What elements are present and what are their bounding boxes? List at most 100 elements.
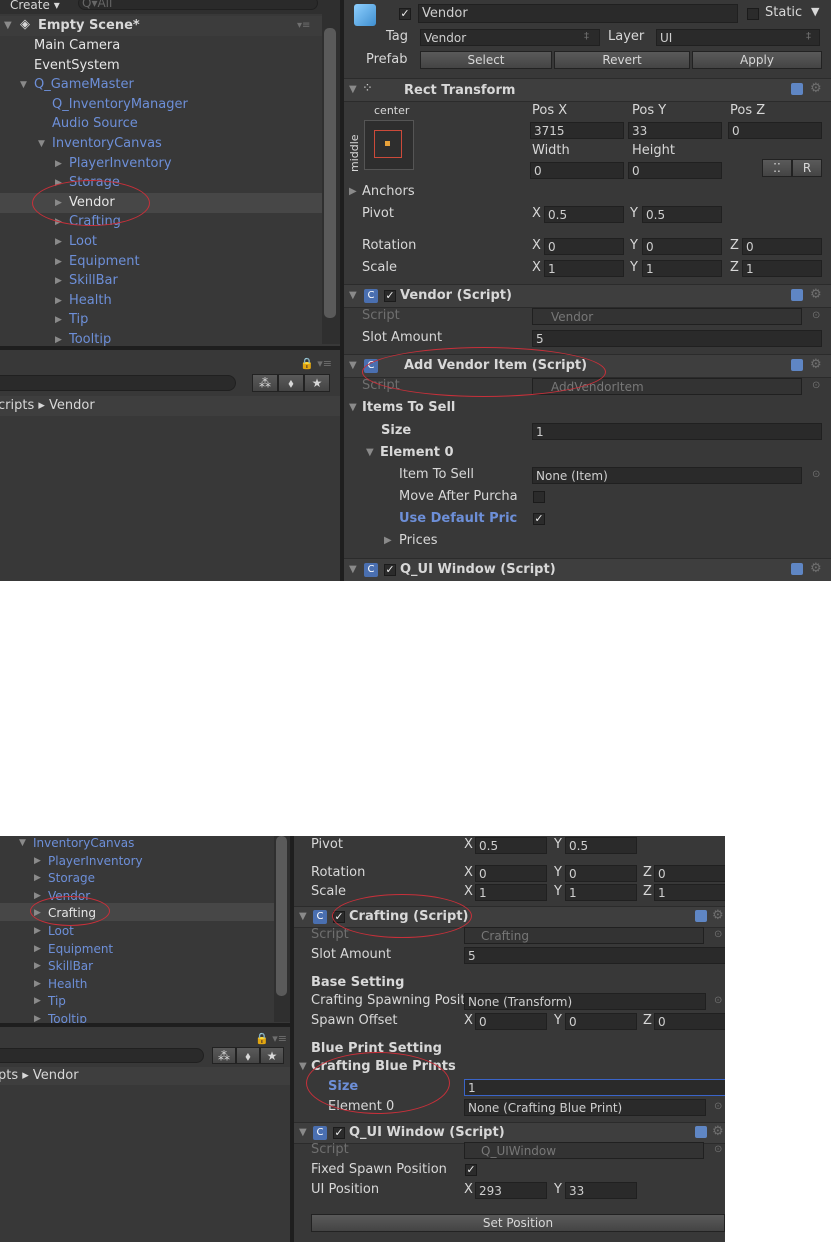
pivot-y-field[interactable]: 0.5 (642, 206, 722, 223)
favorite-star-button[interactable]: ★ (304, 374, 330, 392)
project-options-icon[interactable]: 🔒 ▾≡ (255, 1030, 287, 1048)
tree-expand-arrow[interactable]: ▶ (55, 155, 62, 173)
spawn-position-field[interactable]: None (Transform) (464, 993, 706, 1010)
ui-window-enabled-checkbox[interactable]: ✓ (333, 1127, 345, 1139)
object-picker-icon[interactable]: ⊙ (714, 926, 722, 944)
component-gear-icon[interactable]: ⚙ (712, 1123, 724, 1141)
prices-expand-arrow[interactable]: ▶ (384, 532, 392, 550)
project-search-input[interactable] (0, 375, 236, 391)
filter-type-button[interactable]: ⁂ (252, 374, 278, 392)
help-book-icon[interactable] (791, 289, 803, 301)
scale-y-field[interactable]: 1 (642, 260, 722, 277)
ui-window-collapse-arrow[interactable]: ▼ (349, 561, 357, 579)
vendor-script-collapse-arrow[interactable]: ▼ (349, 287, 357, 305)
rotation-x-field[interactable]: 0 (544, 238, 624, 255)
ui-window-collapse-arrow[interactable]: ▼ (299, 1124, 307, 1142)
component-gear-icon[interactable]: ⚙ (810, 80, 822, 98)
spawn-offset-y-field[interactable]: 0 (565, 1013, 637, 1030)
items-to-sell-arrow[interactable]: ▼ (349, 399, 357, 417)
use-default-price-checkbox[interactable]: ✓ (533, 513, 545, 525)
hierarchy-search-input[interactable]: Q▾All (78, 0, 318, 10)
hierarchy-scrollbar-thumb[interactable] (324, 28, 336, 318)
rotation-z-field[interactable]: 0 (654, 865, 725, 882)
filter-label-button[interactable]: ⬧ (278, 374, 304, 392)
object-picker-icon[interactable]: ⊙ (714, 1098, 722, 1116)
static-dropdown-icon[interactable]: ▼ (811, 3, 819, 21)
tag-dropdown[interactable]: Vendor (420, 29, 600, 46)
width-field[interactable]: 0 (530, 162, 624, 179)
tree-expand-arrow[interactable]: ▼ (38, 135, 45, 153)
items-to-sell-label[interactable]: Items To Sell (362, 399, 455, 417)
hierarchy-item[interactable]: EventSystem (34, 57, 120, 75)
height-field[interactable]: 0 (628, 162, 722, 179)
favorite-star-button[interactable]: ★ (260, 1047, 284, 1064)
hierarchy-item[interactable]: Equipment (48, 940, 113, 958)
help-book-icon[interactable] (791, 359, 803, 371)
prefab-apply-button[interactable]: Apply (692, 51, 822, 69)
rotation-y-field[interactable]: 0 (565, 865, 637, 882)
scale-x-field[interactable]: 1 (544, 260, 624, 277)
pos-y-field[interactable]: 33 (628, 122, 722, 139)
tree-expand-arrow[interactable]: ▶ (34, 922, 41, 940)
add-vendor-item-collapse-arrow[interactable]: ▼ (349, 357, 357, 375)
pos-x-field[interactable]: 3715 (530, 122, 624, 139)
scale-z-field[interactable]: 1 (742, 260, 822, 277)
component-gear-icon[interactable]: ⚙ (810, 286, 822, 304)
object-picker-icon[interactable]: ⊙ (812, 466, 820, 484)
rotation-x-field[interactable]: 0 (475, 865, 547, 882)
create-dropdown[interactable]: Create ▾ (10, 0, 60, 14)
scale-z-field[interactable]: 1 (654, 884, 725, 901)
prefab-select-button[interactable]: Select (420, 51, 552, 69)
scene-collapse-arrow[interactable]: ▼ (4, 17, 12, 35)
tree-expand-arrow[interactable]: ▶ (55, 272, 62, 290)
crafting-slot-amount-field[interactable]: 5 (464, 947, 725, 964)
help-book-icon[interactable] (791, 563, 803, 575)
rotation-y-field[interactable]: 0 (642, 238, 722, 255)
project-options-icon[interactable]: 🔒 ▾≡ (300, 355, 332, 373)
tree-expand-arrow[interactable]: ▶ (55, 253, 62, 271)
items-size-field[interactable]: 1 (532, 423, 822, 440)
hierarchy-item[interactable]: Equipment (69, 253, 140, 271)
slot-amount-field[interactable]: 5 (532, 330, 822, 347)
hierarchy-scrollbar-thumb[interactable] (276, 836, 287, 996)
layer-dropdown[interactable]: UI (656, 29, 820, 46)
object-picker-icon[interactable]: ⊙ (714, 992, 722, 1010)
fixed-spawn-position-checkbox[interactable]: ✓ (465, 1164, 477, 1176)
pos-z-field[interactable]: 0 (728, 122, 822, 139)
hierarchy-item[interactable]: Main Camera (34, 37, 120, 55)
ui-window-enabled-checkbox[interactable]: ✓ (384, 564, 396, 576)
hierarchy-item[interactable]: Health (48, 975, 87, 993)
ui-position-y-field[interactable]: 33 (565, 1182, 637, 1199)
crafting-collapse-arrow[interactable]: ▼ (299, 908, 307, 926)
tree-expand-arrow[interactable]: ▼ (20, 76, 27, 94)
active-checkbox[interactable]: ✓ (399, 8, 411, 20)
filter-type-button[interactable]: ⁂ (212, 1047, 236, 1064)
pivot-x-field[interactable]: 0.5 (544, 206, 624, 223)
element0-label[interactable]: Element 0 (380, 444, 454, 462)
anchors-expand-arrow[interactable]: ▶ (349, 183, 357, 201)
help-book-icon[interactable] (695, 1126, 707, 1138)
vendor-script-enabled-checkbox[interactable]: ✓ (384, 290, 396, 302)
tree-expand-arrow[interactable]: ▶ (34, 992, 41, 1010)
pivot-y-field[interactable]: 0.5 (565, 837, 637, 854)
hierarchy-item[interactable]: Storage (48, 869, 95, 887)
hierarchy-item[interactable]: Q_InventoryManager (52, 96, 188, 114)
component-gear-icon[interactable]: ⚙ (810, 560, 822, 578)
prefab-revert-button[interactable]: Revert (554, 51, 690, 69)
blueprint-mode-button[interactable]: ⁚⁚ (762, 159, 792, 177)
project-search-input[interactable] (0, 1048, 204, 1063)
object-picker-icon[interactable]: ⊙ (714, 1141, 722, 1159)
tree-expand-arrow[interactable]: ▶ (34, 869, 41, 887)
anchors-label[interactable]: Anchors (362, 183, 415, 201)
tree-expand-arrow[interactable]: ▶ (34, 957, 41, 975)
raw-edit-button[interactable]: R (792, 159, 822, 177)
crafting-blueprints-arrow[interactable]: ▼ (299, 1058, 307, 1076)
object-picker-icon[interactable]: ⊙ (812, 307, 820, 325)
component-gear-icon[interactable]: ⚙ (810, 356, 822, 374)
tree-expand-arrow[interactable]: ▶ (34, 940, 41, 958)
hierarchy-item[interactable]: InventoryCanvas (33, 836, 134, 852)
tree-expand-arrow[interactable]: ▶ (34, 852, 41, 870)
tree-expand-arrow[interactable]: ▶ (55, 311, 62, 329)
hierarchy-item[interactable]: Tip (48, 992, 66, 1010)
pivot-x-field[interactable]: 0.5 (475, 837, 547, 854)
